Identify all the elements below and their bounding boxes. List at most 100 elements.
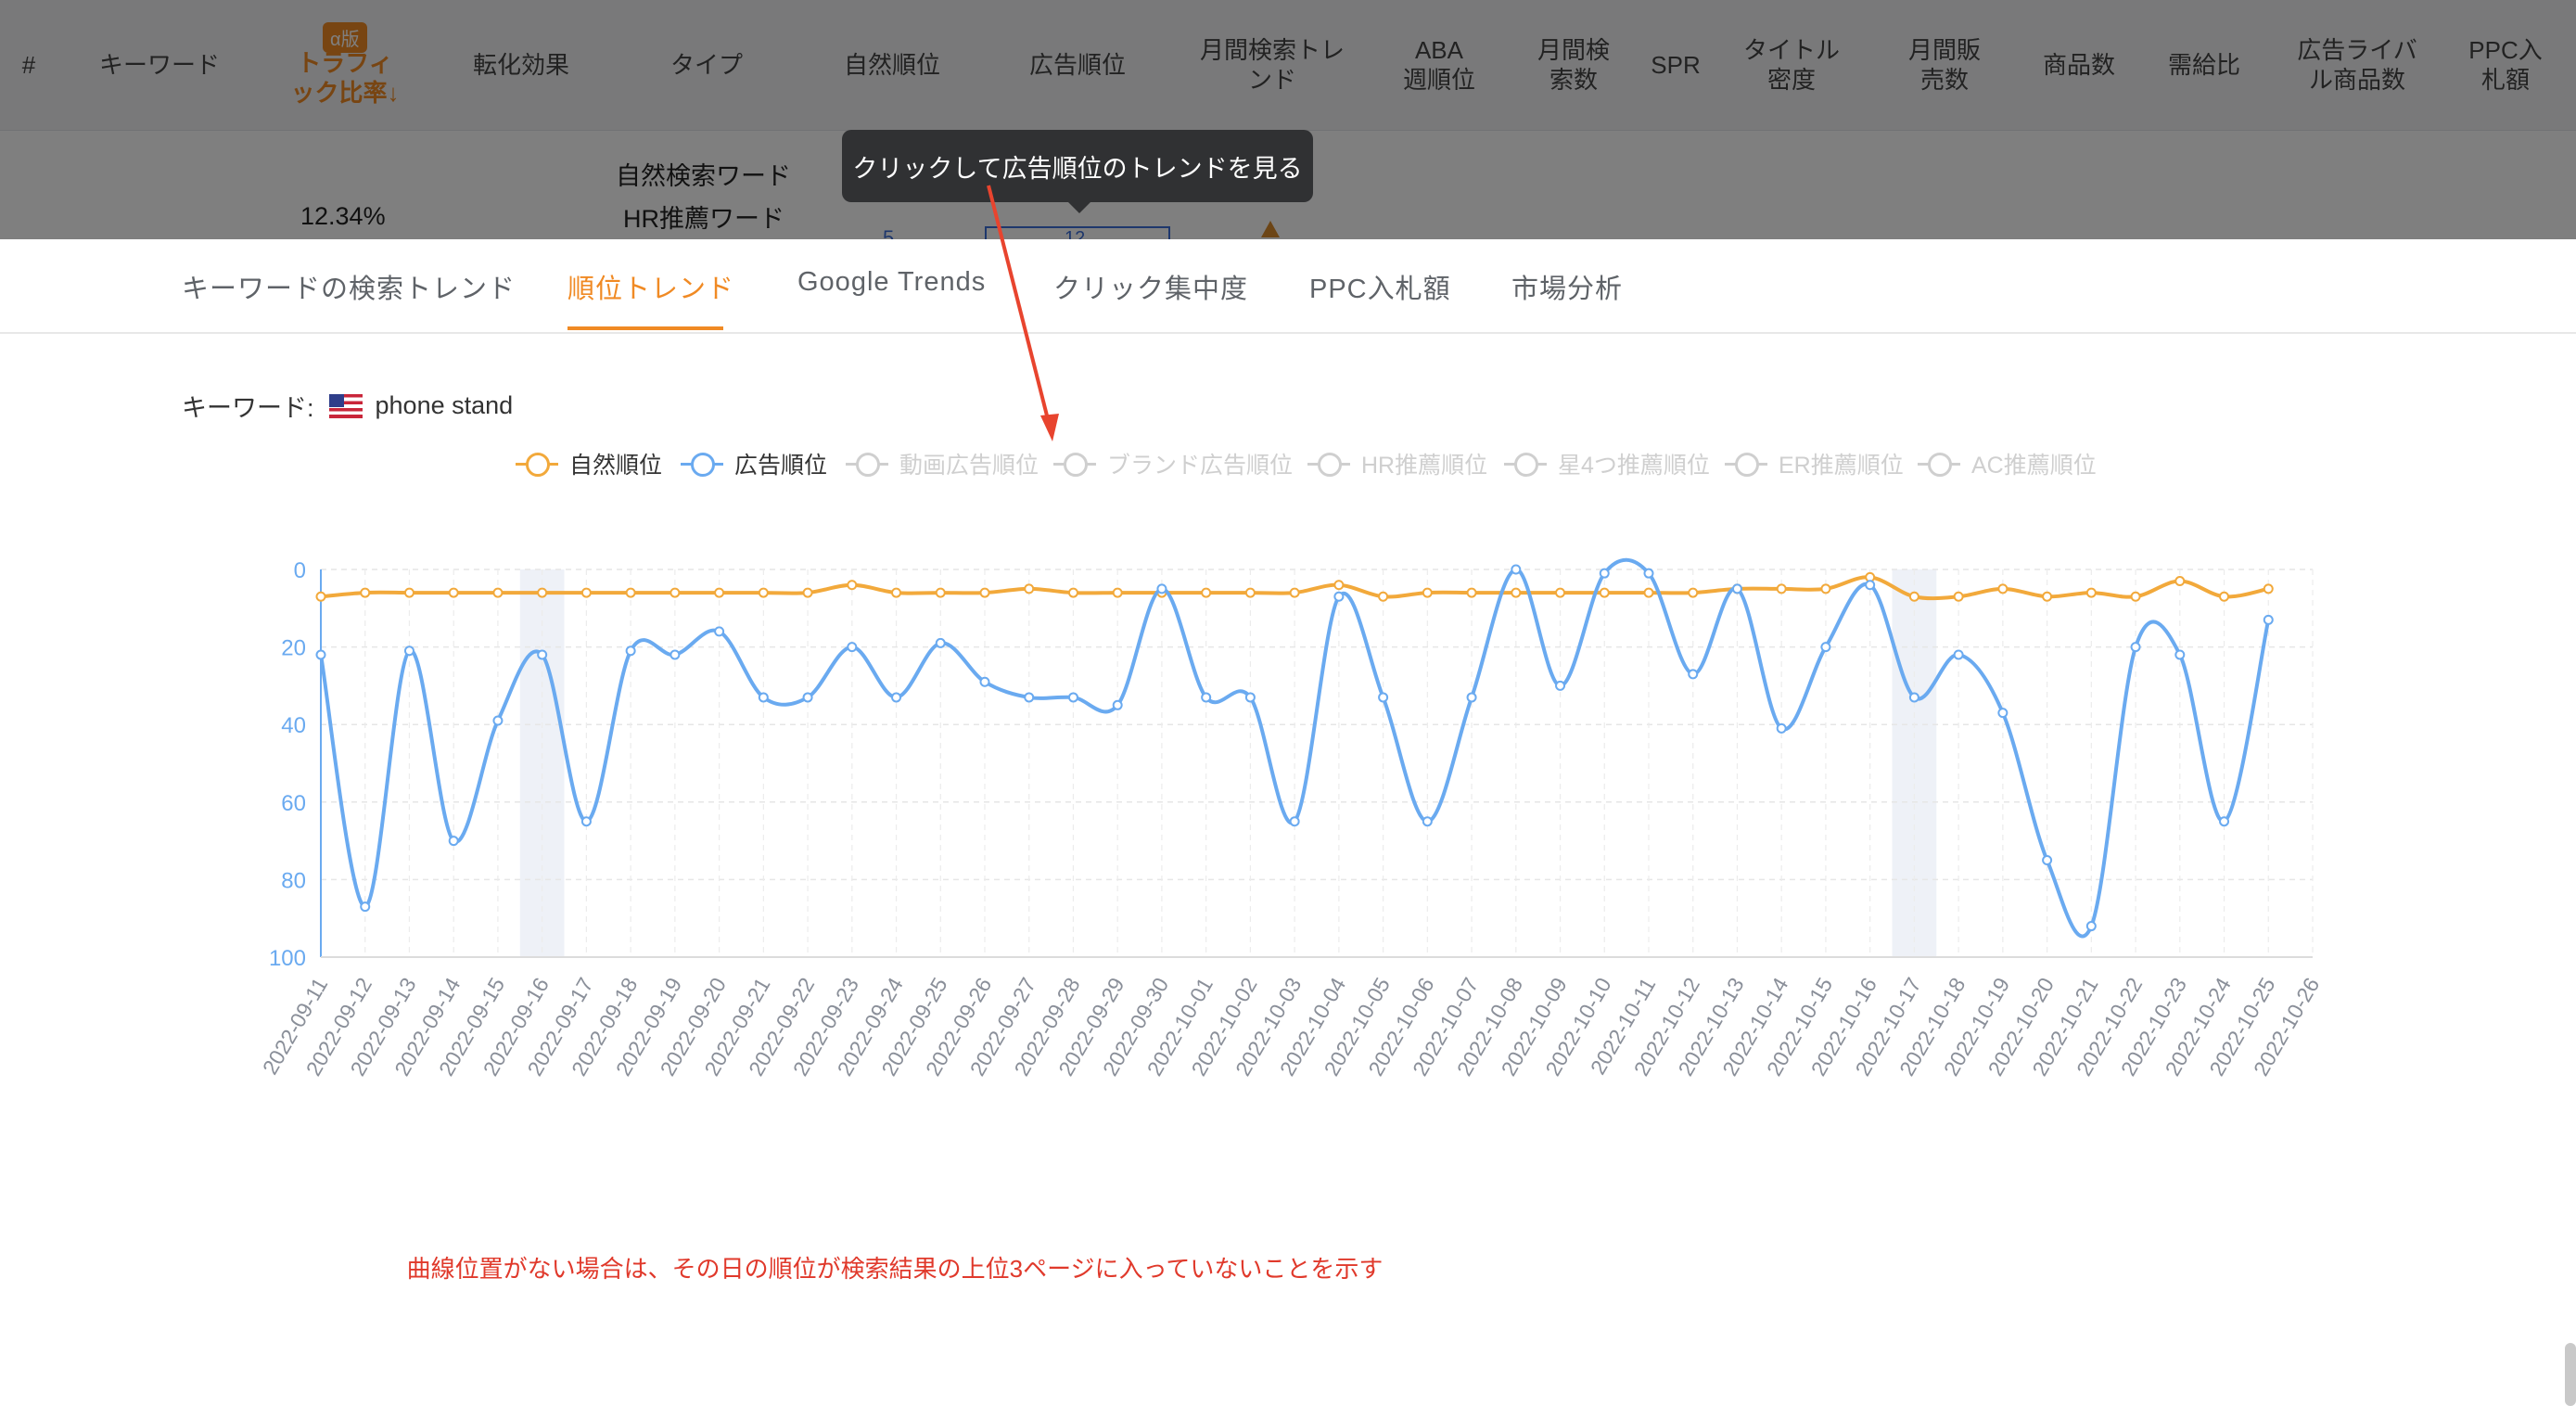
ad-rank-point xyxy=(448,836,459,847)
natural-rank-point xyxy=(1067,587,1078,598)
natural-rank-point xyxy=(492,587,504,598)
ad-rank-point xyxy=(1289,816,1300,827)
ad-rank-point xyxy=(1820,642,1831,653)
ad-rank-point xyxy=(2219,816,2230,827)
natural-rank-point xyxy=(2174,576,2186,587)
ad-rank-point xyxy=(979,676,990,687)
ad-rank-point xyxy=(1865,580,1876,591)
ad-rank-point xyxy=(1997,708,2009,719)
ad-rank-point xyxy=(492,715,504,726)
natural-rank-point xyxy=(1688,587,1699,598)
ad-rank-point xyxy=(2085,921,2097,932)
y-tick-label: 0 xyxy=(294,558,306,583)
natural-rank-point xyxy=(1244,587,1256,598)
natural-rank-point xyxy=(1997,583,2009,594)
no-curve-note: 曲線位置がない場合は、その日の順位が検索結果の上位3ページに入っていないことを示… xyxy=(406,1255,1384,1283)
natural-rank-point xyxy=(1201,587,1212,598)
ad-rank-point xyxy=(1776,722,1787,734)
natural-rank-point xyxy=(1112,587,1123,598)
natural-rank-point xyxy=(758,587,769,598)
ad-rank-point xyxy=(360,901,371,913)
natural-rank-point xyxy=(1953,591,1964,602)
ad-rank-point xyxy=(847,642,858,653)
natural-rank-point xyxy=(1024,583,1035,594)
y-tick-label: 40 xyxy=(281,713,306,738)
ad-rank-point xyxy=(2263,614,2274,625)
ad-rank-point xyxy=(935,637,946,648)
natural-rank-point xyxy=(1820,583,1831,594)
ad-rank-point xyxy=(670,649,681,660)
natural-rank-point xyxy=(448,587,459,598)
ad-rank-point xyxy=(1511,564,1522,575)
natural-rank-point xyxy=(1466,587,1477,598)
ad-rank-point xyxy=(1953,649,1964,660)
modal-backdrop[interactable] xyxy=(0,0,2576,239)
natural-rank-point xyxy=(537,587,548,598)
ad-rank-point xyxy=(580,816,592,827)
ad-rank-point xyxy=(1067,692,1078,703)
ad-rank-point xyxy=(625,645,636,657)
natural-rank-point xyxy=(847,580,858,591)
y-tick-label: 20 xyxy=(281,636,306,661)
natural-rank-point xyxy=(1599,587,1610,598)
natural-rank-point xyxy=(1555,587,1566,598)
y-tick-label: 100 xyxy=(269,946,306,971)
natural-rank-point xyxy=(1643,587,1654,598)
natural-rank-point xyxy=(1289,587,1300,598)
ad-rank-point xyxy=(1908,692,1919,703)
ad-rank-tooltip: クリックして広告順位のトレンドを見る xyxy=(842,130,1313,213)
ad-rank-point xyxy=(1731,583,1742,594)
ad-rank-point xyxy=(2130,642,2141,653)
ad-rank-point xyxy=(403,645,414,657)
natural-rank-point xyxy=(2219,591,2230,602)
keyword-table-background: # キーワード トラフィ ック比率↓ 転化効果 タイプ 自然順位 広告順位 月間… xyxy=(0,0,2576,249)
ad-rank-point xyxy=(714,626,725,637)
ad-rank-point xyxy=(1422,816,1433,827)
ad-rank-point xyxy=(1024,692,1035,703)
ad-rank-point xyxy=(1112,699,1123,710)
ad-rank-point xyxy=(1333,591,1345,602)
natural-rank-point xyxy=(1422,587,1433,598)
natural-rank-point xyxy=(1908,591,1919,602)
natural-rank-point xyxy=(2042,591,2053,602)
natural-rank-point xyxy=(1333,580,1345,591)
rank-trend-panel: キーワードの検索トレンド 順位トレンド Google Trends クリック集中… xyxy=(0,239,2576,1406)
natural-rank-point xyxy=(625,587,636,598)
natural-rank-point xyxy=(714,587,725,598)
y-tick-label: 60 xyxy=(281,791,306,816)
natural-rank-point xyxy=(1378,591,1389,602)
ad-rank-point xyxy=(802,692,813,703)
ad-rank-point xyxy=(758,692,769,703)
natural-rank-point xyxy=(1511,587,1522,598)
ad-rank-point xyxy=(537,649,548,660)
natural-rank-point xyxy=(891,587,902,598)
natural-rank-point xyxy=(935,587,946,598)
y-tick-label: 80 xyxy=(281,868,306,893)
ad-rank-point xyxy=(1466,692,1477,703)
ad-rank-point xyxy=(1555,680,1566,691)
natural-rank-point xyxy=(2130,591,2141,602)
ad-rank-point xyxy=(891,692,902,703)
ad-rank-point xyxy=(1599,568,1610,579)
ad-rank-point xyxy=(2042,855,2053,865)
natural-rank-point xyxy=(403,587,414,598)
natural-rank-point xyxy=(802,587,813,598)
natural-rank-point xyxy=(315,591,326,602)
ad-rank-point xyxy=(1244,692,1256,703)
natural-rank-point xyxy=(360,587,371,598)
natural-rank-point xyxy=(979,587,990,598)
ad-rank-point xyxy=(1643,568,1654,579)
ad-rank-point xyxy=(1688,669,1699,680)
ad-rank-point xyxy=(2174,649,2186,660)
natural-rank-point xyxy=(2263,583,2274,594)
natural-rank-point xyxy=(2085,587,2097,598)
rank-trend-chart[interactable]: 0204060801002022-09-112022-09-122022-09-… xyxy=(0,239,2576,1241)
ad-rank-point xyxy=(315,649,326,660)
ad-rank-point xyxy=(1378,692,1389,703)
natural-rank-point xyxy=(670,587,681,598)
natural-rank-point xyxy=(1776,583,1787,594)
ad-rank-point xyxy=(1156,583,1167,594)
ad-rank-point xyxy=(1201,692,1212,703)
natural-rank-point xyxy=(580,587,592,598)
page-scrollbar[interactable] xyxy=(2565,1343,2576,1406)
